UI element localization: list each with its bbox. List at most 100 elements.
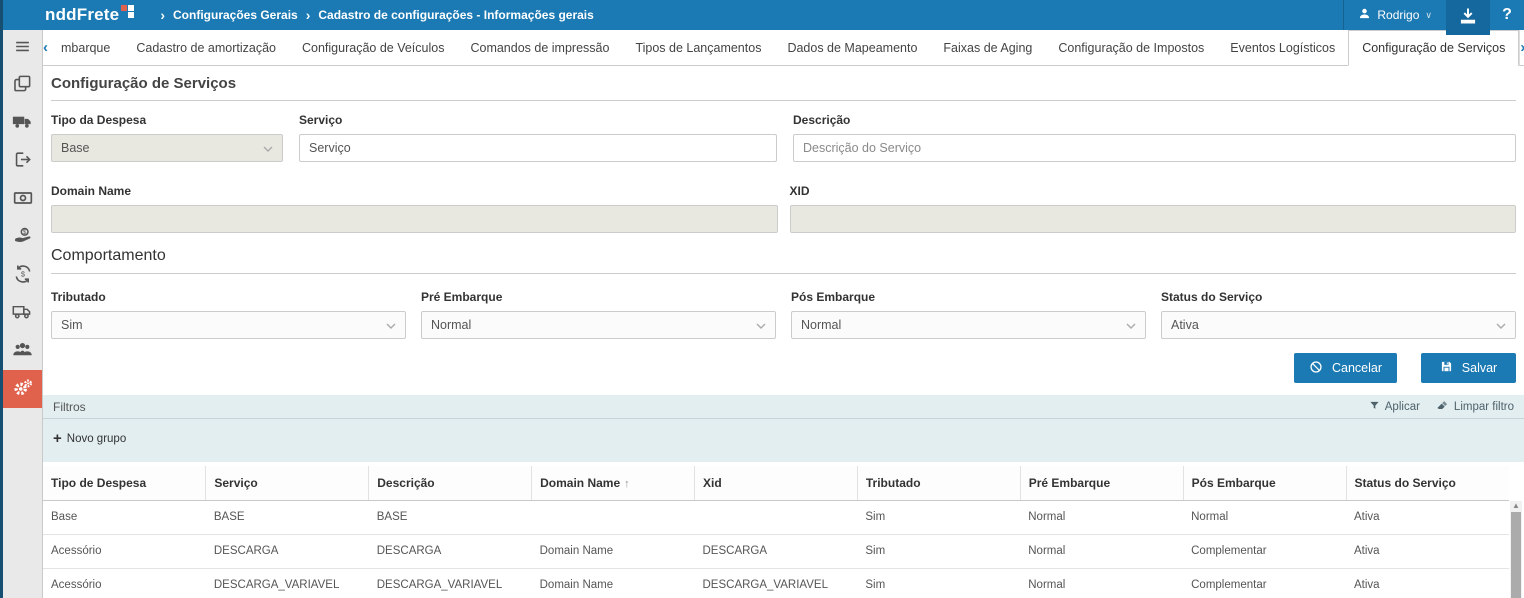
user-menu[interactable]: Rodrigo ∨ <box>1343 0 1446 30</box>
col-header-tipo-despesa[interactable]: Tipo de Despesa <box>43 466 206 500</box>
cell: Ativa <box>1346 500 1509 534</box>
col-header-pre-embarque[interactable]: Pré Embarque <box>1020 466 1183 500</box>
chevron-down-icon <box>756 318 766 332</box>
export-icon <box>13 150 32 172</box>
tipo-despesa-value: Base <box>61 141 90 155</box>
cell: Base <box>43 500 206 534</box>
form-buttons: Cancelar Salvar <box>51 353 1516 383</box>
results-table: Tipo de Despesa Serviço Descrição Domain… <box>43 466 1509 598</box>
table-row[interactable]: Acessório DESCARGA DESCARGA Domain Name … <box>43 534 1509 568</box>
col-header-descricao[interactable]: Descrição <box>369 466 532 500</box>
field-tipo-despesa: Tipo da Despesa Base <box>51 113 283 162</box>
sidebar-item-payments[interactable]: $ <box>3 218 42 256</box>
scrollbar-thumb[interactable] <box>1511 512 1521 598</box>
cell: Ativa <box>1346 568 1509 598</box>
tab-faixas-aging[interactable]: Faixas de Aging <box>930 30 1045 65</box>
col-header-status-servico[interactable]: Status do Serviço <box>1346 466 1509 500</box>
download-button[interactable] <box>1446 0 1490 35</box>
cell <box>532 500 695 534</box>
cell: Sim <box>857 568 1020 598</box>
col-header-xid[interactable]: Xid <box>695 466 858 500</box>
clear-filter-button[interactable]: Limpar filtro <box>1436 399 1514 415</box>
tab-configuracao-impostos[interactable]: Configuração de Impostos <box>1045 30 1217 65</box>
cell: Normal <box>1020 568 1183 598</box>
app-window: nddFrete › Configurações Gerais › Cadast… <box>0 0 1524 598</box>
sidebar-item-export[interactable] <box>3 142 42 180</box>
sidebar-item-fleet[interactable] <box>3 294 42 332</box>
domain-name-input <box>51 205 778 233</box>
field-xid: XID <box>790 184 1517 233</box>
pre-embarque-label: Pré Embarque <box>421 290 776 304</box>
filters-header: Filtros Aplicar Limpar filtro <box>43 395 1524 419</box>
col-header-servico[interactable]: Serviço <box>206 466 369 500</box>
tab-cadastro-amortizacao[interactable]: Cadastro de amortização <box>123 30 289 65</box>
table-row[interactable]: Base BASE BASE Sim Normal Normal Ativa <box>43 500 1509 534</box>
status-servico-select[interactable]: Ativa <box>1161 311 1516 339</box>
table-row[interactable]: Acessório DESCARGA_VARIAVEL DESCARGA_VAR… <box>43 568 1509 598</box>
eraser-icon <box>1436 399 1449 415</box>
tab-scroll-right[interactable]: › <box>1519 30 1524 65</box>
chevron-down-icon <box>1126 318 1136 332</box>
pos-embarque-select[interactable]: Normal <box>791 311 1146 339</box>
col-header-pos-embarque[interactable]: Pós Embarque <box>1183 466 1346 500</box>
pre-embarque-select[interactable]: Normal <box>421 311 776 339</box>
breadcrumb-item-configuracoes-gerais[interactable]: Configurações Gerais <box>173 8 298 22</box>
download-icon <box>1458 6 1478 29</box>
pos-embarque-value: Normal <box>801 318 841 332</box>
tributado-label: Tributado <box>51 290 406 304</box>
col-header-domain-name[interactable]: Domain Name↑ <box>532 466 695 500</box>
sidebar-item-billing[interactable] <box>3 180 42 218</box>
cancel-button[interactable]: Cancelar <box>1294 353 1397 383</box>
cancel-label: Cancelar <box>1332 361 1382 375</box>
xid-label: XID <box>790 184 1517 198</box>
apply-filter-button[interactable]: Aplicar <box>1369 400 1420 414</box>
tributado-select[interactable]: Sim <box>51 311 406 339</box>
sidebar-menu-toggle[interactable] <box>3 30 42 66</box>
tab-configuracao-servicos[interactable]: Configuração de Serviços <box>1348 30 1519 66</box>
topbar: nddFrete › Configurações Gerais › Cadast… <box>3 0 1524 30</box>
tab-eventos-logisticos[interactable]: Eventos Logísticos <box>1217 30 1348 65</box>
user-icon <box>1358 7 1371 23</box>
user-name: Rodrigo <box>1377 8 1419 22</box>
help-button[interactable]: ? <box>1490 0 1524 30</box>
table-scrollbar[interactable]: ▲ <box>1510 501 1522 598</box>
scroll-up-icon[interactable]: ▲ <box>1510 501 1522 511</box>
tipo-despesa-select[interactable]: Base <box>51 134 283 162</box>
plus-icon: + <box>53 433 62 444</box>
col-header-tributado[interactable]: Tributado <box>857 466 1020 500</box>
cell: BASE <box>369 500 532 534</box>
tab-dados-mapeamento[interactable]: Dados de Mapeamento <box>774 30 930 65</box>
cell: BASE <box>206 500 369 534</box>
save-button[interactable]: Salvar <box>1421 353 1516 383</box>
svg-text:$: $ <box>21 270 25 278</box>
field-pre-embarque: Pré Embarque Normal <box>421 290 776 339</box>
domain-name-label: Domain Name <box>51 184 778 198</box>
sidebar-item-documents[interactable] <box>3 66 42 104</box>
descricao-input[interactable] <box>793 134 1516 162</box>
main-content: Configuração de Serviços Tipo da Despesa… <box>43 66 1524 598</box>
breadcrumb-item-cadastro-configuracoes: Cadastro de configurações - Informações … <box>318 8 593 22</box>
help-icon: ? <box>1502 6 1512 24</box>
new-group-button[interactable]: + Novo grupo <box>53 433 126 445</box>
logo-mark-icon <box>121 5 134 18</box>
sidebar-item-money-exchange[interactable]: $ <box>3 256 42 294</box>
tab-tipos-lancamentos[interactable]: Tipos de Lançamentos <box>622 30 774 65</box>
money-sync-icon: $ <box>13 264 33 287</box>
field-domain-name: Domain Name <box>51 184 778 233</box>
tab-configuracao-veiculos[interactable]: Configuração de Veículos <box>289 30 457 65</box>
tab-comandos-impressao[interactable]: Comandos de impressão <box>457 30 622 65</box>
cell: Normal <box>1183 500 1346 534</box>
app-logo[interactable]: nddFrete <box>45 2 134 28</box>
field-descricao: Descrição <box>793 113 1516 162</box>
tab-embarque[interactable]: mbarque <box>48 30 123 65</box>
sidebar-item-transport[interactable] <box>3 104 42 142</box>
form-row-2: Domain Name XID <box>51 184 1516 233</box>
servico-input[interactable] <box>299 134 777 162</box>
cell: Normal <box>1020 534 1183 568</box>
field-servico: Serviço <box>299 113 777 162</box>
sidebar-item-users[interactable] <box>3 332 42 370</box>
right-column: ‹ mbarque Cadastro de amortização Config… <box>43 30 1524 598</box>
sidebar-item-settings[interactable] <box>3 370 42 408</box>
chevron-right-icon: › <box>160 7 165 23</box>
cell: DESCARGA_VARIAVEL <box>695 568 858 598</box>
